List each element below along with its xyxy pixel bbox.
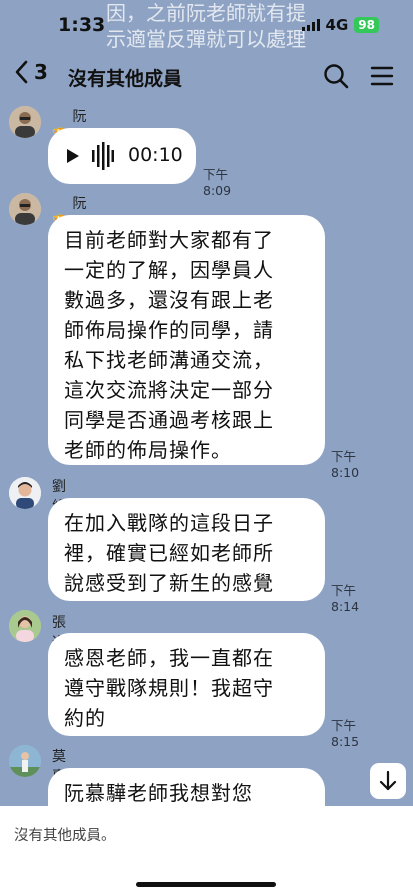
- message-bubble[interactable]: 目前老師對大家都有了 一定的了解，因學員人 數過多，還沒有跟上老 師佈局操作的同…: [48, 215, 325, 465]
- menu-icon[interactable]: [368, 62, 396, 90]
- avatar[interactable]: [9, 193, 41, 225]
- no-members-notice: 沒有其他成員。: [14, 828, 116, 844]
- message-bubble[interactable]: 在加入戰隊的這段日子 裡，確實已經如老師所 說感受到了新生的感覺: [48, 498, 325, 601]
- message-body: 目前老師對大家都有了 一定的了解，因學員人 數過多，還沒有跟上老 師佈局操作的同…: [64, 228, 274, 462]
- audio-waveform-icon: [92, 142, 114, 170]
- message-body: 感恩老師，我一直都在 遵守戰隊規則！我超守 約的: [64, 646, 274, 730]
- status-indicators: 4G 98: [301, 16, 379, 34]
- message-time: 下午 8:10: [331, 449, 360, 480]
- status-bar: 因，之前阮老師就有提 示適當反彈就可以處理 1:33 4G 98: [0, 0, 413, 51]
- voice-duration: 00:10: [128, 144, 183, 166]
- avatar[interactable]: [9, 106, 41, 138]
- battery-icon: 98: [354, 17, 379, 33]
- message-body: 在加入戰隊的這段日子 裡，確實已經如老師所 說感受到了新生的感覺: [64, 511, 274, 595]
- voice-message-bubble[interactable]: 00:10: [48, 128, 196, 184]
- avatar[interactable]: [9, 610, 41, 642]
- avatar[interactable]: [9, 477, 41, 509]
- play-icon[interactable]: [66, 148, 80, 164]
- message-body: 阮慕驊老師我想對您: [64, 781, 253, 805]
- chat-header: 3 沒有其他成員: [0, 52, 413, 100]
- back-button[interactable]: 3: [14, 60, 48, 84]
- message-bubble[interactable]: 感恩老師，我一直都在 遵守戰隊規則！我超守 約的: [48, 633, 325, 736]
- message-time: 下午 8:09: [203, 167, 232, 198]
- unread-count: 3: [34, 60, 48, 84]
- home-indicator[interactable]: [136, 882, 276, 887]
- avatar[interactable]: [9, 745, 41, 777]
- signal-icon: [301, 19, 320, 31]
- bottom-bar: 沒有其他成員。: [0, 806, 413, 895]
- arrow-down-icon: [379, 770, 397, 791]
- person-icon: [9, 477, 41, 509]
- person-icon: [9, 610, 41, 642]
- network-type: 4G: [325, 16, 349, 34]
- person-icon: [9, 745, 41, 777]
- message-time: 下午 8:15: [331, 718, 360, 749]
- chevron-left-icon: [15, 60, 28, 84]
- search-icon[interactable]: [322, 62, 350, 90]
- person-icon: [9, 193, 41, 225]
- message-time: 下午 8:14: [331, 583, 360, 614]
- status-time: 1:33: [58, 14, 106, 36]
- chat-title: 沒有其他成員: [68, 68, 183, 90]
- person-icon: [9, 106, 41, 138]
- scroll-to-bottom-button[interactable]: [370, 763, 406, 799]
